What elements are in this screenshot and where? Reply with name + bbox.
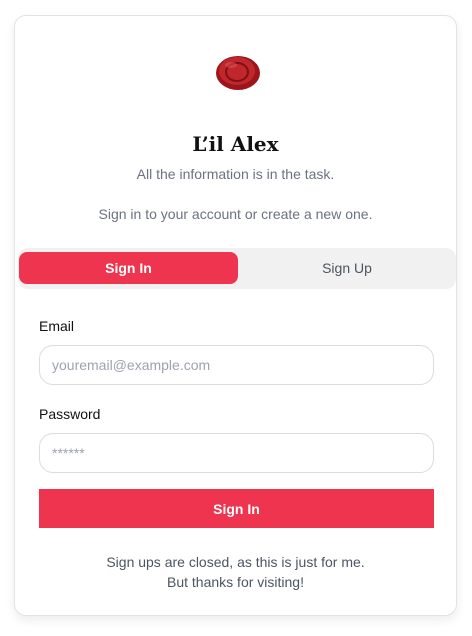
footer-line-1: Sign ups are closed, as this is just for… — [106, 554, 365, 570]
tab-sign-in[interactable]: Sign In — [19, 252, 238, 284]
subtitle: All the information is in the task. — [136, 166, 335, 182]
footer-line-2: But thanks for visiting! — [167, 574, 304, 590]
email-field[interactable] — [39, 345, 434, 385]
auth-card: L’il Alex All the information is in the … — [14, 15, 457, 616]
tab-sign-up[interactable]: Sign Up — [238, 252, 456, 284]
wax-seal-icon — [216, 56, 260, 90]
signin-hint: Sign in to your account or create a new … — [98, 206, 373, 222]
password-field[interactable] — [39, 433, 434, 473]
auth-tabs: Sign In Sign Up — [18, 248, 456, 289]
sign-in-button[interactable]: Sign In — [39, 489, 434, 528]
app-title: L’il Alex — [192, 132, 279, 156]
email-label: Email — [39, 318, 75, 334]
password-label: Password — [39, 406, 101, 422]
